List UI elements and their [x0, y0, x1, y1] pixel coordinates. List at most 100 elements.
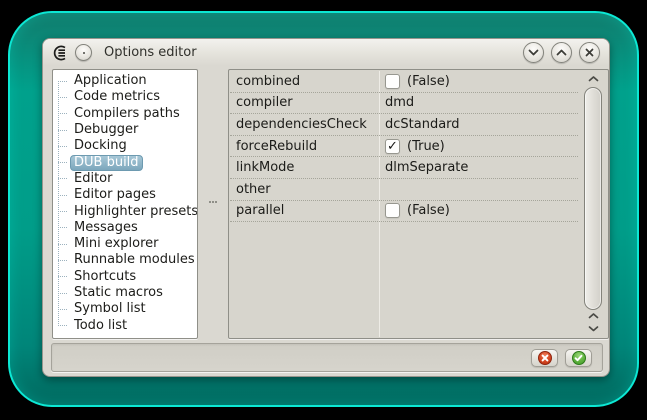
- chevron-down-icon: [528, 49, 539, 56]
- sidebar-item-label: Editor pages: [74, 187, 156, 203]
- property-row-parallel: parallel (False): [230, 201, 578, 223]
- sidebar-item-label: Editor: [74, 170, 113, 186]
- dialog-button-bar: [51, 343, 603, 372]
- sidebar-item-label: Docking: [74, 138, 127, 154]
- sidebar-item-label: Runnable modules: [74, 252, 195, 268]
- property-value[interactable]: dmd: [379, 95, 578, 110]
- property-value[interactable]: (False): [379, 203, 578, 219]
- tree-connector: [58, 113, 67, 115]
- property-name[interactable]: parallel: [230, 203, 379, 218]
- property-row-linkmode: linkMode dlmSeparate: [230, 157, 578, 179]
- sidebar-item-label: Symbol list: [74, 301, 146, 317]
- tree-connector: [58, 96, 67, 98]
- property-rows: combined (False) compiler dmd dependenci…: [230, 71, 578, 223]
- property-name[interactable]: linkMode: [230, 160, 379, 175]
- sidebar-item-label-selected: DUB build: [70, 154, 143, 171]
- sidebar-item-docking[interactable]: Docking: [53, 138, 197, 154]
- property-row-forcerebuild: forceRebuild ✓ (True): [230, 136, 578, 158]
- sidebar-item-editor[interactable]: Editor: [53, 171, 197, 187]
- sidebar-item-debugger[interactable]: Debugger: [53, 122, 197, 138]
- property-value[interactable]: dcStandard: [379, 117, 578, 132]
- sidebar-item-label: Messages: [74, 219, 138, 235]
- sidebar-item-shortcuts[interactable]: Shortcuts: [53, 269, 197, 285]
- maximize-button[interactable]: [551, 42, 572, 63]
- value-label: dcStandard: [385, 116, 460, 132]
- category-tree: Application Code metrics Compilers paths…: [53, 73, 197, 338]
- checkbox-unchecked[interactable]: [385, 203, 400, 219]
- property-name[interactable]: compiler: [230, 95, 379, 110]
- property-grid: combined (False) compiler dmd dependenci…: [228, 69, 609, 339]
- sidebar-item-label: Static macros: [74, 285, 163, 300]
- tree-connector: [58, 194, 67, 196]
- scrollbar-thumb[interactable]: [584, 87, 602, 310]
- property-value[interactable]: ✓ (True): [379, 138, 578, 154]
- sidebar-item-static-macros[interactable]: Static macros: [53, 285, 197, 301]
- sidebar-item-application[interactable]: Application: [53, 73, 197, 89]
- bool-value-label: (False): [407, 73, 450, 89]
- sidebar-item-symbol-list[interactable]: Symbol list: [53, 301, 197, 317]
- sidebar-item-runnable-modules[interactable]: Runnable modules: [53, 252, 197, 268]
- tree-connector: [58, 227, 67, 229]
- categories-panel: Application Code metrics Compilers paths…: [52, 69, 198, 339]
- value-label: dlmSeparate: [385, 160, 469, 176]
- menu-dot-icon: [82, 51, 85, 54]
- scroll-up-button-bottom[interactable]: [580, 310, 606, 322]
- sidebar-item-code-metrics[interactable]: Code metrics: [53, 89, 197, 105]
- bool-value-label: (False): [407, 203, 450, 219]
- tree-connector: [58, 80, 67, 82]
- tree-connector: [58, 243, 67, 245]
- chevron-up-icon: [588, 313, 598, 319]
- chevron-up-icon: [556, 49, 567, 56]
- chevron-down-icon: [588, 326, 598, 332]
- property-name[interactable]: dependenciesCheck: [230, 117, 379, 132]
- tree-connector: [58, 178, 67, 180]
- property-name[interactable]: forceRebuild: [230, 139, 379, 154]
- tree-connector: [58, 259, 67, 261]
- checkbox-checked[interactable]: ✓: [385, 138, 400, 154]
- panel-splitter[interactable]: [198, 69, 228, 339]
- accept-icon: [571, 350, 586, 365]
- tree-connector: [58, 325, 67, 327]
- property-row-other: other: [230, 179, 578, 201]
- cancel-button[interactable]: [531, 348, 558, 367]
- close-icon: [585, 48, 594, 57]
- sidebar-item-label: Code metrics: [74, 89, 161, 105]
- sidebar-item-dub-build[interactable]: DUB build: [53, 154, 197, 171]
- tree-connector: [58, 308, 67, 310]
- sidebar-item-label: Shortcuts: [74, 268, 137, 284]
- sidebar-item-label: Todo list: [74, 317, 128, 333]
- accept-button[interactable]: [565, 348, 592, 367]
- sidebar-item-compilers-paths[interactable]: Compilers paths: [53, 106, 197, 122]
- minimize-button[interactable]: [523, 42, 544, 63]
- splitter-grip-icon: [209, 201, 217, 206]
- sidebar-item-label: Highlighter presets: [74, 203, 198, 219]
- close-button[interactable]: [579, 42, 600, 63]
- chevron-up-icon: [588, 76, 598, 82]
- window-title: Options editor: [104, 45, 197, 60]
- property-row-combined: combined (False): [230, 71, 578, 93]
- sidebar-item-label: Application: [74, 73, 147, 89]
- scroll-up-button[interactable]: [580, 73, 606, 85]
- sidebar-item-todo-list[interactable]: Todo list: [53, 317, 197, 333]
- sidebar-item-editor-pages[interactable]: Editor pages: [53, 187, 197, 203]
- tree-connector: [58, 162, 67, 164]
- sidebar-item-mini-explorer[interactable]: Mini explorer: [53, 236, 197, 252]
- property-name[interactable]: other: [230, 182, 379, 197]
- tree-connector: [58, 276, 67, 278]
- scroll-down-button[interactable]: [580, 323, 606, 335]
- tree-connector: [58, 292, 67, 294]
- property-value[interactable]: dlmSeparate: [379, 160, 578, 175]
- titlebar[interactable]: Options editor: [43, 39, 609, 66]
- screen: Options editor Application Code metrics …: [0, 0, 647, 420]
- value-label: dmd: [385, 95, 415, 111]
- sidebar-item-label: Mini explorer: [74, 236, 159, 252]
- window-menu-button[interactable]: [75, 44, 92, 61]
- property-value[interactable]: (False): [379, 73, 578, 89]
- sidebar-item-highlighter-presets[interactable]: Highlighter presets: [53, 203, 197, 219]
- app-logo-icon: [53, 45, 66, 60]
- checkbox-unchecked[interactable]: [385, 73, 400, 89]
- sidebar-item-messages[interactable]: Messages: [53, 220, 197, 236]
- tree-connector: [58, 211, 67, 213]
- tree-connector: [58, 129, 67, 131]
- property-name[interactable]: combined: [230, 74, 379, 89]
